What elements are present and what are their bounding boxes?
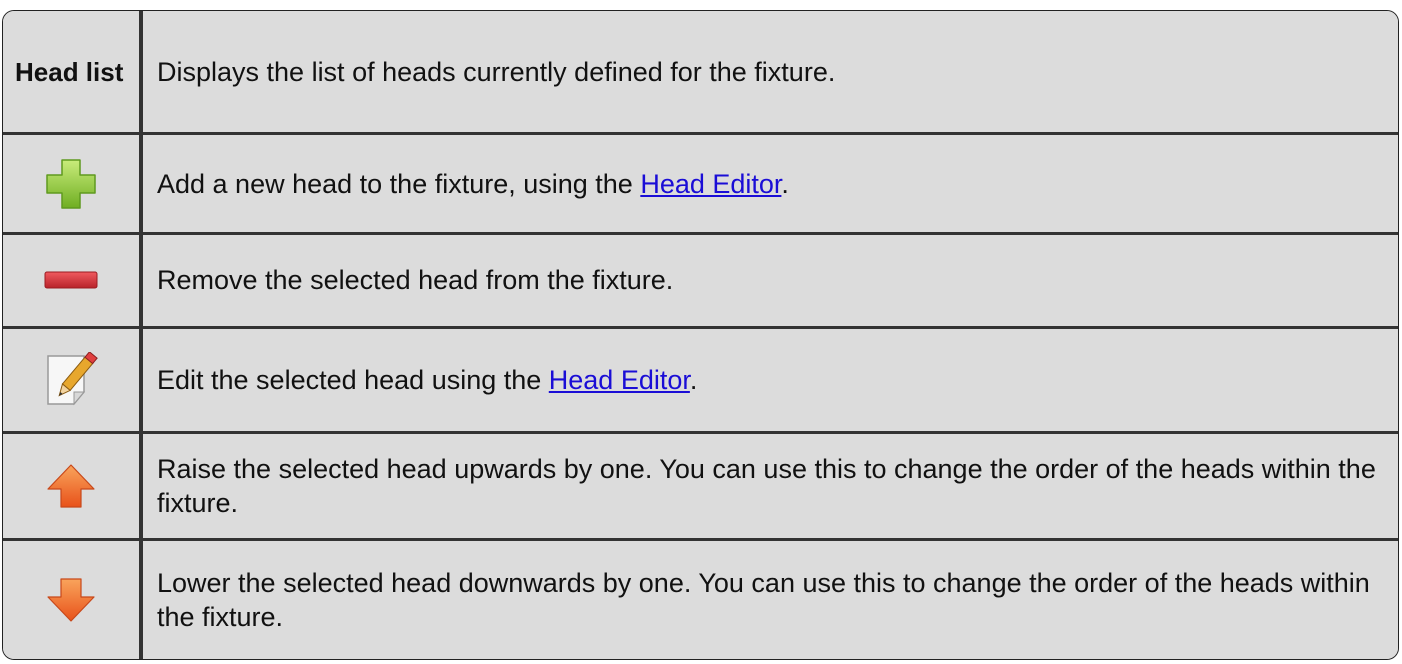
table-row: Edit the selected head using the Head Ed… — [3, 325, 1398, 432]
description-text: Edit the selected head using the — [157, 365, 549, 396]
description-text: . — [781, 168, 789, 199]
add-plus-icon[interactable] — [45, 158, 97, 210]
row-description: Remove the selected head from the fixtur… — [143, 231, 1398, 326]
head-list-label: Head list — [3, 11, 143, 133]
icon-cell — [3, 132, 143, 232]
row-description: Raise the selected head upwards by one. … — [143, 431, 1398, 538]
icon-cell — [3, 231, 143, 326]
description-text: Add a new head to the fixture, using the — [157, 168, 641, 199]
row-description: Displays the list of heads currently def… — [143, 11, 1398, 133]
table-row: Raise the selected head upwards by one. … — [3, 431, 1398, 538]
icon-cell — [3, 537, 143, 659]
edit-pencil-icon[interactable] — [44, 352, 98, 408]
row-description: Edit the selected head using the Head Ed… — [143, 325, 1398, 432]
row-description: Add a new head to the fixture, using the… — [143, 132, 1398, 232]
table-row: Remove the selected head from the fixtur… — [3, 231, 1398, 326]
table-row: Head list Displays the list of heads cur… — [3, 11, 1398, 133]
description-text: . — [689, 365, 698, 396]
help-table-frame: Head list Displays the list of heads cur… — [2, 10, 1399, 660]
icon-cell — [3, 431, 143, 538]
table-row: Add a new head to the fixture, using the… — [3, 132, 1398, 232]
head-editor-link[interactable]: Head Editor — [549, 365, 690, 395]
raise-up-arrow-icon[interactable] — [46, 463, 96, 509]
row-description: Lower the selected head downwards by one… — [143, 537, 1398, 659]
icon-cell — [3, 325, 143, 432]
head-editor-link[interactable]: Head Editor — [640, 169, 781, 199]
remove-minus-icon[interactable] — [44, 270, 98, 290]
table-row: Lower the selected head downwards by one… — [3, 537, 1398, 659]
head-list-help-table: Head list Displays the list of heads cur… — [3, 11, 1398, 659]
lower-down-arrow-icon[interactable] — [46, 577, 96, 623]
